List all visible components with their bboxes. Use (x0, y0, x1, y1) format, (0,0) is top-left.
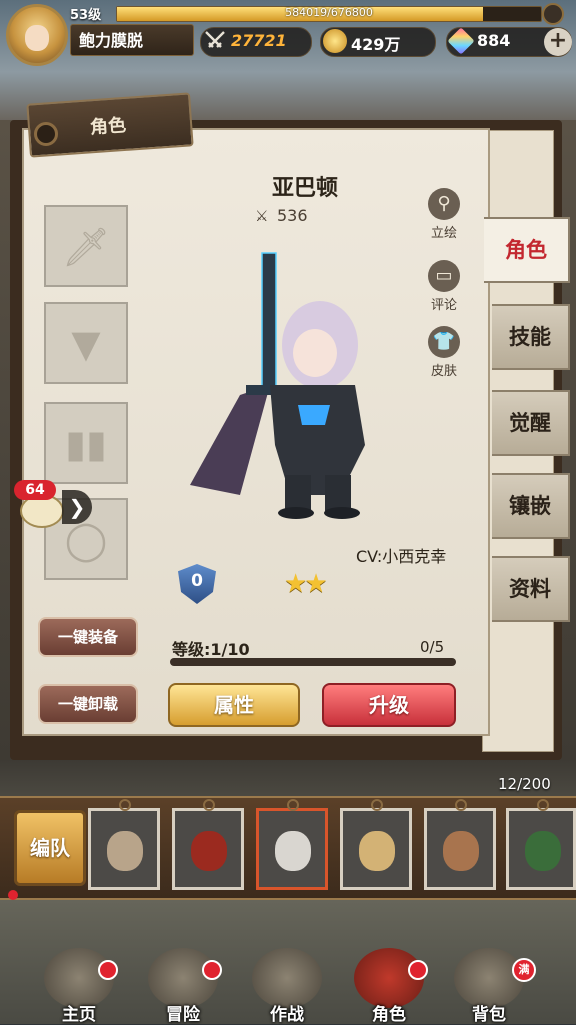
tab-info[interactable]: 资料 (492, 556, 570, 622)
tab-character[interactable]: 角色 (484, 217, 570, 283)
player-avatar[interactable] (6, 4, 68, 66)
hero-portrait (191, 831, 227, 871)
hero-figure[interactable] (180, 245, 390, 525)
hero-portrait (525, 831, 561, 871)
chat-button[interactable]: 64 ❯ (10, 480, 92, 530)
hero-card[interactable] (340, 799, 412, 890)
exp-bar-cap (542, 3, 564, 25)
hero-portrait (275, 831, 311, 871)
crossed-swords-icon (203, 29, 227, 53)
exp-bar: 584019/676800 (116, 6, 542, 22)
backpack-icon (454, 948, 524, 1008)
bag-full-badge: 满 (512, 958, 536, 982)
equip-slot-boots[interactable]: ▮▮ (44, 402, 128, 484)
hero-card[interactable] (88, 799, 160, 890)
equip-slot-armor[interactable]: ▼ (44, 302, 128, 384)
boots-icon: ▮▮ (65, 422, 107, 466)
notification-dot (8, 890, 18, 900)
gem-icon (447, 27, 475, 55)
equip-all-button[interactable]: 一键装备 (38, 617, 138, 657)
nav-bag[interactable]: 满 背包 (446, 940, 536, 1025)
crossed-swords-icon: ⚔ (255, 207, 269, 225)
player-level: 53级 (70, 8, 102, 23)
nav-character-label: 角色 (372, 1005, 406, 1025)
voice-actor: CV:小西克幸 (356, 547, 447, 566)
hero-portrait (443, 831, 479, 871)
pin-icon (203, 799, 215, 811)
notification-dot (408, 960, 428, 980)
nav-character[interactable]: 角色 (346, 940, 432, 1025)
power-value: 27721 (231, 31, 287, 50)
comment-icon: ▭ (428, 260, 460, 292)
shirt-icon: 👕 (428, 326, 460, 358)
gold-value: 429万 (351, 35, 401, 54)
gem-value: 884 (477, 31, 511, 50)
portrait-button[interactable]: ⚲ 立绘 (420, 188, 468, 248)
gold-coin-icon (323, 29, 347, 53)
level-progress-text: 0/5 (420, 638, 445, 656)
chat-unread-badge: 64 (14, 480, 56, 500)
pin-icon (537, 799, 549, 811)
star-rating: ★★ (284, 569, 328, 599)
pin-icon (287, 799, 299, 811)
sword-icon: 🗡 (61, 225, 111, 269)
nav-adventure-label: 冒险 (166, 1005, 200, 1025)
add-gems-button[interactable]: + (544, 28, 572, 56)
skin-button[interactable]: 👕 皮肤 (420, 326, 468, 386)
gold-stat: 429万 (320, 27, 436, 57)
power-stat: 27721 (200, 27, 312, 57)
skin-label: 皮肤 (430, 364, 457, 379)
comment-label: 评论 (430, 298, 457, 313)
tab-awaken[interactable]: 觉醒 (492, 390, 570, 456)
nav-home-label: 主页 (62, 1005, 96, 1025)
nav-battle-label: 作战 (270, 1005, 304, 1025)
pin-icon (371, 799, 383, 811)
hero-name: 亚巴顿 (271, 176, 338, 201)
nav-adventure[interactable]: 冒险 (140, 940, 226, 1025)
avatar-face (25, 25, 49, 51)
top-bar: 53级 584019/676800 鲍力膜脱 27721 429万 884 + (0, 0, 576, 66)
star-icon: ★ (304, 569, 327, 599)
hero-count: 12/200 (498, 775, 551, 793)
panel-title: 角色 (89, 114, 127, 139)
tab-skills[interactable]: 技能 (492, 304, 570, 370)
hero-portrait (359, 831, 395, 871)
level-progress-bar (170, 658, 456, 666)
formation-button[interactable]: 编队 (14, 810, 86, 886)
nav-home[interactable]: 主页 (36, 940, 122, 1025)
pin-icon (119, 799, 131, 811)
exp-text: 584019/676800 (285, 6, 373, 19)
magnifier-icon: ⚲ (428, 188, 460, 220)
sword-girl-icon (252, 948, 322, 1008)
nav-bag-label: 背包 (472, 1005, 506, 1025)
upgrade-button[interactable]: 升级 (322, 683, 456, 727)
hero-card-selected[interactable] (256, 799, 328, 890)
tab-inlay[interactable]: 镶嵌 (492, 473, 570, 539)
hero-card[interactable] (506, 799, 576, 890)
player-name: 鲍力膜脱 (70, 24, 194, 56)
star-icon: ★ (284, 569, 307, 599)
tag-ring-icon (34, 122, 58, 146)
notification-dot (98, 960, 118, 980)
comment-button[interactable]: ▭ 评论 (420, 260, 468, 320)
hero-card[interactable] (424, 799, 496, 890)
notification-dot (202, 960, 222, 980)
hero-power: ⚔ 536 (255, 206, 355, 225)
hero-card[interactable] (172, 799, 244, 890)
hero-power-value: 536 (277, 206, 308, 225)
rank-value: 0 (191, 571, 203, 591)
portrait-label: 立绘 (430, 226, 457, 241)
nav-battle[interactable]: 作战 (244, 940, 330, 1025)
level-label: 等级:1/10 (172, 640, 250, 659)
unequip-all-button[interactable]: 一键卸载 (38, 684, 138, 724)
hero-portrait (107, 831, 143, 871)
armor-icon: ▼ (71, 322, 101, 366)
pin-icon (455, 799, 467, 811)
equip-slot-weapon[interactable]: 🗡 (44, 205, 128, 287)
attributes-button[interactable]: 属性 (168, 683, 300, 727)
